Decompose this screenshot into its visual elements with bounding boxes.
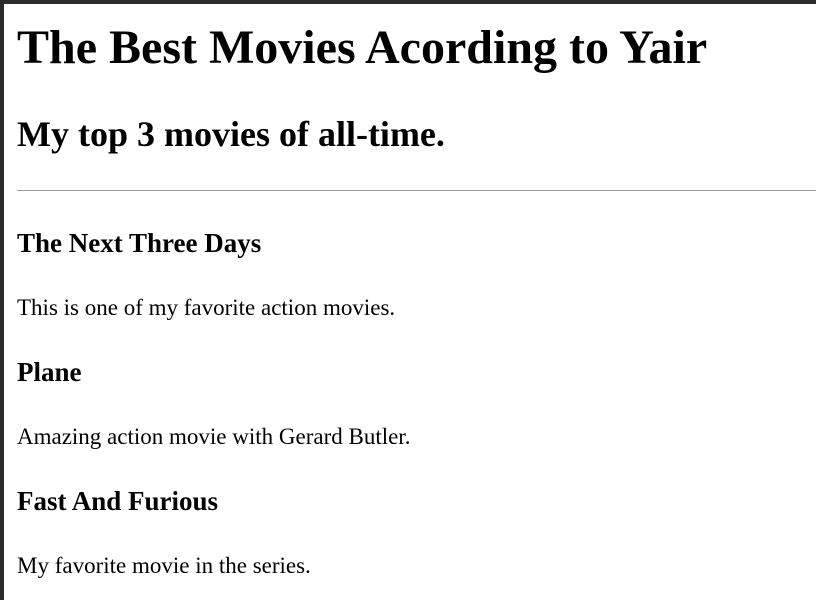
movie-title-1: The Next Three Days xyxy=(17,228,262,258)
window-frame-left xyxy=(0,0,4,600)
page-subtitle: My top 3 movies of all-time. xyxy=(17,114,445,154)
window-frame-top xyxy=(0,0,816,4)
movie-description-2: Amazing action movie with Gerard Butler. xyxy=(17,424,411,449)
movie-title-2: Plane xyxy=(17,357,82,387)
movie-title-3: Fast And Furious xyxy=(17,486,219,516)
page-title: The Best Movies Acording to Yair xyxy=(17,21,708,74)
movie-description-3: My favorite movie in the series. xyxy=(17,553,311,578)
section-divider xyxy=(17,190,816,191)
movie-description-1: This is one of my favorite action movies… xyxy=(17,295,396,320)
